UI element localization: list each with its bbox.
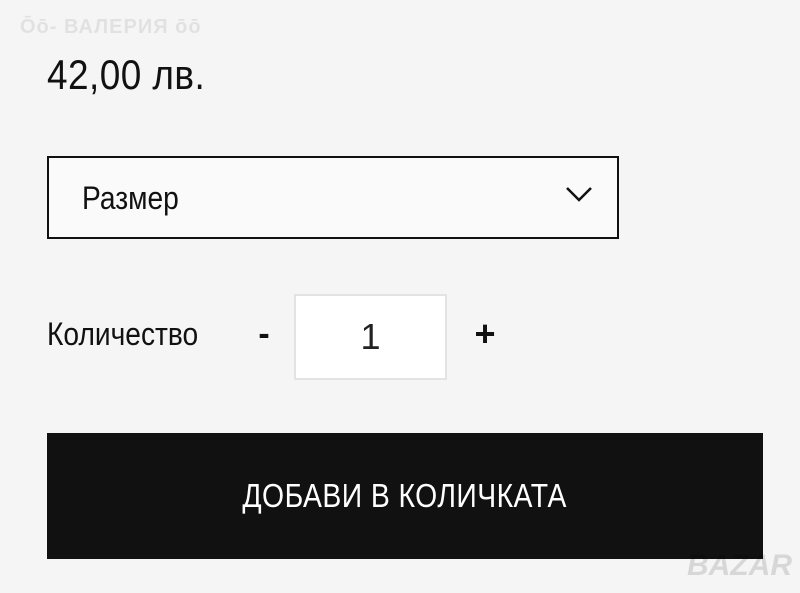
add-to-cart-button[interactable]: ДОБАВИ В КОЛИЧКАТА xyxy=(47,433,763,559)
add-to-cart-label: ДОБАВИ В КОЛИЧКАТА xyxy=(242,477,568,514)
quantity-label: Количество xyxy=(47,316,199,352)
product-price: 42,00 лв. xyxy=(47,51,206,98)
watermark-text: Ōō- ВАЛЕРИЯ ōō xyxy=(20,16,202,38)
quantity-input[interactable] xyxy=(294,294,447,380)
chevron-down-icon xyxy=(566,187,592,202)
quantity-decrease-button[interactable]: - xyxy=(252,314,276,354)
site-logo-watermark: BAZAR xyxy=(687,549,792,582)
size-select-label: Размер xyxy=(82,180,179,216)
quantity-increase-button[interactable]: + xyxy=(470,312,500,356)
size-select[interactable]: Размер xyxy=(47,156,619,239)
product-purchase-panel: Ōō- ВАЛЕРИЯ ōō 42,00 лв. Размер Количест… xyxy=(0,0,800,593)
